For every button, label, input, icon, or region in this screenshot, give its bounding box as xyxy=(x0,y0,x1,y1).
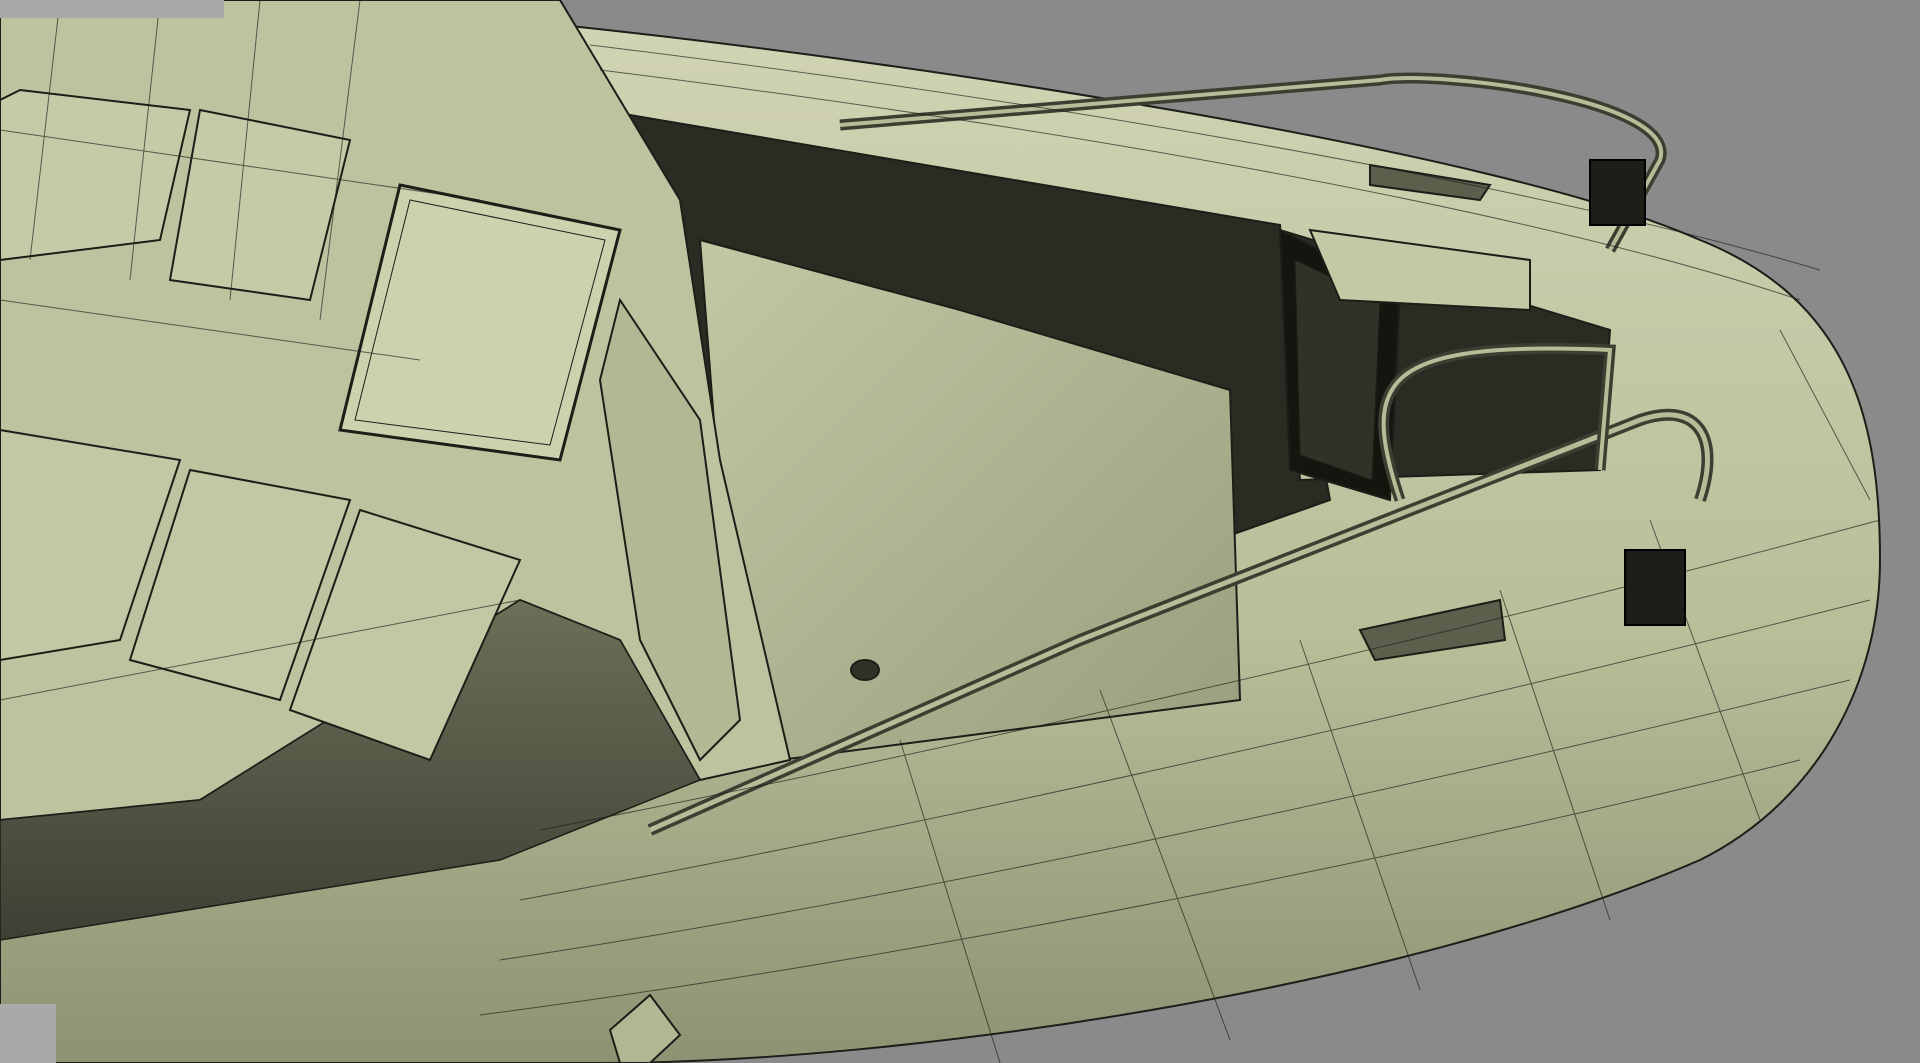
nav-light-starboard xyxy=(1624,549,1686,626)
3d-viewport[interactable] xyxy=(0,0,1920,1063)
viewport-corner-block xyxy=(0,1004,56,1063)
boat-wireframe-render xyxy=(0,0,1882,1063)
seat-cushion-1 xyxy=(0,88,192,262)
viewport-label-block xyxy=(0,0,224,18)
nav-light-port xyxy=(1589,159,1646,226)
deck-drain xyxy=(850,659,880,681)
